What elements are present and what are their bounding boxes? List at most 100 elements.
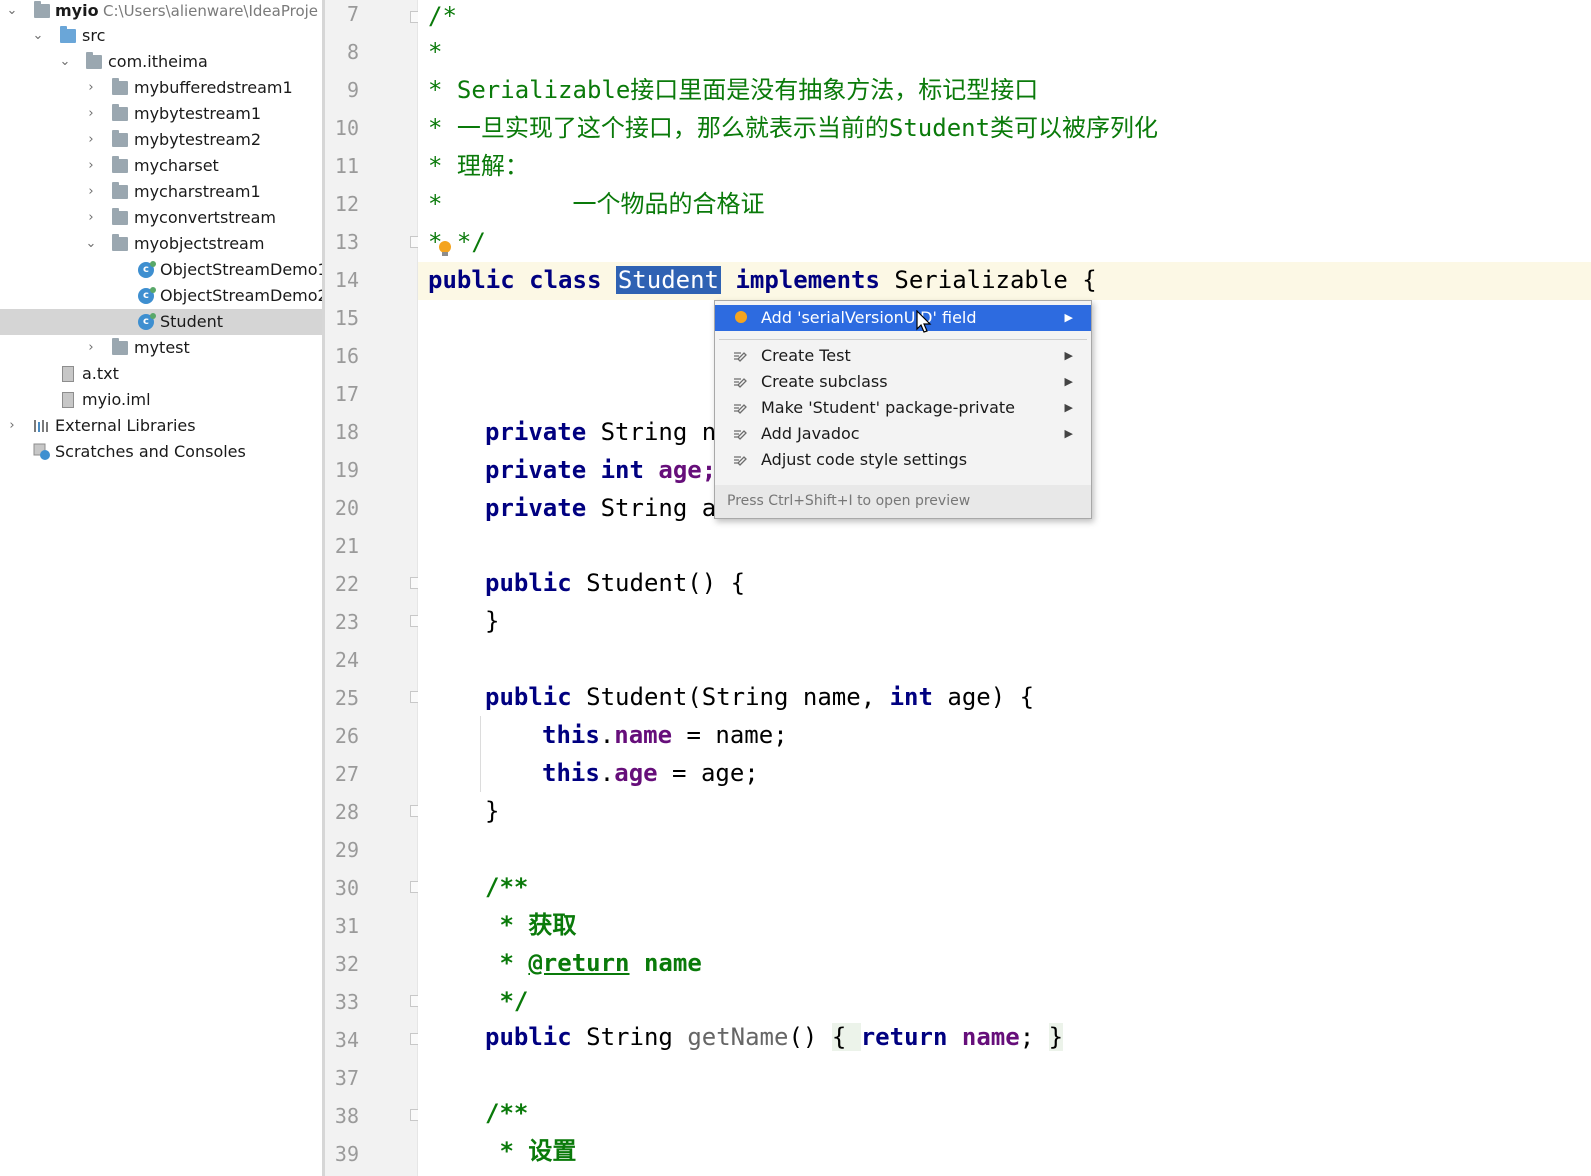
menu-item-make-package-private[interactable]: Make 'Student' package-private ▶ bbox=[715, 395, 1091, 421]
line-number: 17 bbox=[334, 382, 359, 406]
line-number: 28 bbox=[334, 800, 359, 824]
code-line: * 一个物品的合格证 bbox=[428, 190, 765, 218]
tree-item-file[interactable]: myio.iml bbox=[0, 387, 323, 413]
tree-item-package[interactable]: › myconvertstream bbox=[0, 205, 323, 231]
edit-icon bbox=[734, 456, 747, 466]
tree-item-label: myconvertstream bbox=[134, 208, 277, 227]
submenu-arrow-icon: ▶ bbox=[1064, 311, 1073, 324]
chevron-right-icon[interactable]: › bbox=[5, 413, 19, 439]
chevron-down-icon[interactable]: ⌄ bbox=[84, 231, 98, 257]
edit-icon bbox=[734, 430, 747, 440]
chevron-right-icon[interactable]: › bbox=[84, 179, 98, 205]
line-number: 16 bbox=[334, 344, 359, 368]
tree-item-label: Student bbox=[160, 312, 223, 331]
module-file-icon bbox=[62, 392, 74, 408]
edit-icon bbox=[734, 352, 747, 362]
tree-item-package[interactable]: › mybytestream1 bbox=[0, 101, 323, 127]
line-number: 31 bbox=[334, 914, 359, 938]
class-icon: c bbox=[138, 287, 156, 304]
project-tree-panel: ⌄ myio C:\Users\alienware\IdeaProje ⌄ sr… bbox=[0, 0, 323, 1176]
line-number: 30 bbox=[334, 876, 359, 900]
tree-item-package[interactable]: › mycharset bbox=[0, 153, 323, 179]
chevron-right-icon[interactable]: › bbox=[84, 335, 98, 361]
tree-item-label: myobjectstream bbox=[134, 234, 265, 253]
package-icon bbox=[112, 234, 128, 251]
chevron-right-icon[interactable]: › bbox=[84, 75, 98, 101]
mouse-pointer-icon bbox=[916, 310, 932, 333]
line-number: 34 bbox=[334, 1028, 359, 1052]
tree-item-class-selected[interactable]: c Student bbox=[0, 309, 323, 335]
line-number: 23 bbox=[334, 610, 359, 634]
chevron-right-icon[interactable]: › bbox=[84, 101, 98, 127]
code-line: * bbox=[428, 38, 443, 66]
submenu-arrow-icon: ▶ bbox=[1064, 427, 1073, 440]
line-number: 38 bbox=[334, 1104, 359, 1128]
tree-item-scratches[interactable]: Scratches and Consoles bbox=[0, 439, 323, 465]
code-line-class-declaration: public class Student implements Serializ… bbox=[428, 266, 1097, 294]
code-line: * @return name bbox=[485, 949, 702, 977]
tree-item-package[interactable]: ⌄ myobjectstream bbox=[0, 231, 323, 257]
chevron-right-icon[interactable]: › bbox=[84, 153, 98, 179]
code-line: * */ bbox=[428, 228, 486, 256]
code-line: * 理解： bbox=[428, 152, 529, 180]
package-icon bbox=[112, 208, 128, 225]
line-number: 13 bbox=[334, 230, 359, 254]
submenu-arrow-icon: ▶ bbox=[1064, 375, 1073, 388]
line-number: 33 bbox=[334, 990, 359, 1014]
code-line: } bbox=[485, 797, 500, 825]
menu-item-create-subclass[interactable]: Create subclass ▶ bbox=[715, 369, 1091, 395]
menu-item-adjust-code-style[interactable]: Adjust code style settings bbox=[715, 447, 1091, 473]
chevron-down-icon[interactable]: ⌄ bbox=[58, 49, 72, 75]
tree-item-package[interactable]: › mybufferedstream1 bbox=[0, 75, 323, 101]
tree-item-package[interactable]: › mycharstream1 bbox=[0, 179, 323, 205]
line-number: 21 bbox=[334, 534, 359, 558]
chevron-down-icon[interactable]: ⌄ bbox=[5, 0, 19, 24]
tree-item-class[interactable]: c ObjectStreamDemo1 bbox=[0, 257, 323, 283]
tree-item-package[interactable]: ⌄ com.itheima bbox=[0, 49, 323, 75]
edit-icon bbox=[734, 404, 747, 414]
code-editor[interactable]: /* * * Serializable接口里面是没有抽象方法，标记型接口 * 一… bbox=[418, 0, 1591, 1176]
menu-item-create-test[interactable]: Create Test ▶ bbox=[715, 343, 1091, 369]
code-line: */ bbox=[485, 987, 529, 1015]
tree-item-file[interactable]: a.txt bbox=[0, 361, 323, 387]
chevron-down-icon[interactable]: ⌄ bbox=[31, 23, 45, 49]
tree-item-package[interactable]: › mytest bbox=[0, 335, 323, 361]
package-icon bbox=[112, 104, 128, 121]
bulb-icon bbox=[735, 311, 747, 323]
tree-item-class[interactable]: c ObjectStreamDemo2 bbox=[0, 283, 323, 309]
lightbulb-icon[interactable] bbox=[439, 241, 451, 256]
line-number: 25 bbox=[334, 686, 359, 710]
line-number: 12 bbox=[334, 192, 359, 216]
line-number: 27 bbox=[334, 762, 359, 786]
submenu-arrow-icon: ▶ bbox=[1064, 349, 1073, 362]
tree-item-src[interactable]: ⌄ src bbox=[0, 23, 323, 49]
class-icon: c bbox=[138, 261, 156, 278]
tree-item-label: a.txt bbox=[82, 364, 119, 383]
code-line: * 获取 bbox=[485, 911, 577, 939]
code-line: * Serializable接口里面是没有抽象方法，标记型接口 bbox=[428, 76, 1039, 104]
popup-footer-hint: Press Ctrl+Shift+I to open preview bbox=[715, 485, 1091, 518]
line-number: 32 bbox=[334, 952, 359, 976]
menu-item-add-serial-version-uid[interactable]: Add 'serialVersionUID' field ▶ bbox=[715, 305, 1091, 331]
menu-item-add-javadoc[interactable]: Add Javadoc ▶ bbox=[715, 421, 1091, 447]
tree-item-root[interactable]: ⌄ myio C:\Users\alienware\IdeaProje bbox=[0, 0, 323, 24]
chevron-right-icon[interactable]: › bbox=[84, 127, 98, 153]
code-line: /** bbox=[485, 1099, 529, 1127]
library-icon bbox=[34, 420, 48, 432]
code-line: private String a bbox=[485, 494, 717, 522]
submenu-arrow-icon: ▶ bbox=[1064, 401, 1073, 414]
code-line: /** bbox=[485, 873, 529, 901]
tree-item-path: C:\Users\alienware\IdeaProje bbox=[103, 2, 319, 20]
chevron-right-icon[interactable]: › bbox=[84, 205, 98, 231]
code-line: } bbox=[485, 607, 500, 635]
class-icon: c bbox=[138, 313, 156, 330]
tree-item-label: External Libraries bbox=[55, 416, 196, 435]
tree-item-label: com.itheima bbox=[108, 52, 208, 71]
package-icon bbox=[112, 338, 128, 355]
package-icon bbox=[112, 182, 128, 199]
tree-item-label: Scratches and Consoles bbox=[55, 442, 246, 461]
line-number: 18 bbox=[334, 420, 359, 444]
tree-item-libraries[interactable]: › External Libraries bbox=[0, 413, 323, 439]
package-icon bbox=[86, 52, 102, 69]
tree-item-package[interactable]: › mybytestream2 bbox=[0, 127, 323, 153]
